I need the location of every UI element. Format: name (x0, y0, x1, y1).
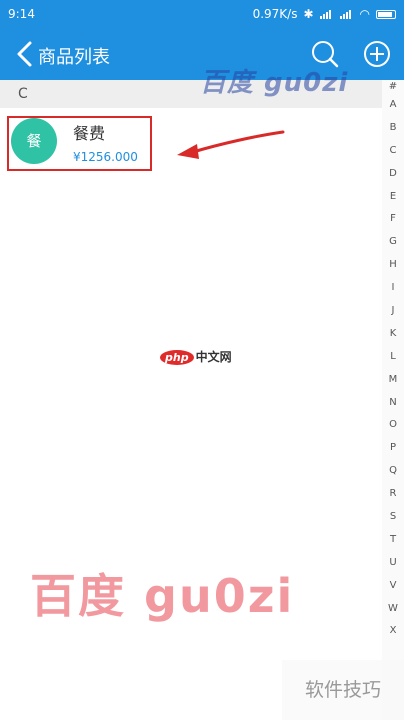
index-letter[interactable]: T (382, 529, 404, 552)
network-speed: 0.97K/s (252, 7, 298, 21)
status-time: 9:14 (8, 7, 35, 21)
index-letter[interactable]: G (382, 231, 404, 254)
php-logo-mark: php (160, 350, 194, 365)
product-list: 餐 餐费 ¥1256.000 (0, 108, 382, 720)
chevron-left-icon[interactable] (14, 40, 36, 68)
index-letter[interactable]: Q (382, 460, 404, 483)
index-letter[interactable]: # (382, 80, 404, 94)
index-letter[interactable]: R (382, 483, 404, 506)
annotation-arrow (177, 130, 285, 159)
php-logo-text: 中文网 (195, 350, 232, 364)
battery-icon (376, 9, 396, 19)
php-logo: php 中文网 (160, 348, 232, 365)
index-letter[interactable]: J (382, 300, 404, 323)
highlight-box (7, 116, 152, 171)
index-letter[interactable]: C (382, 140, 404, 163)
status-indicators: 0.97K/s ✱ ◠ (253, 7, 396, 21)
index-letter[interactable]: I (382, 277, 404, 300)
watermark-tip: 软件技巧 (282, 660, 404, 720)
index-letter[interactable]: M (382, 369, 404, 392)
index-letter[interactable]: F (382, 208, 404, 231)
index-letter[interactable]: L (382, 346, 404, 369)
index-letter[interactable]: H (382, 254, 404, 277)
status-bar: 9:14 0.97K/s ✱ ◠ (0, 0, 404, 28)
plus-circle-icon[interactable] (362, 39, 392, 69)
signal-icon-2 (339, 9, 354, 19)
watermark-top: 百度 gu0zi (200, 68, 349, 98)
index-letter[interactable]: N (382, 392, 404, 415)
index-letter[interactable]: O (382, 414, 404, 437)
index-letter[interactable]: X (382, 620, 404, 643)
wifi-icon: ◠ (359, 7, 370, 21)
index-letter[interactable]: U (382, 552, 404, 575)
index-letter[interactable]: W (382, 598, 404, 621)
signal-icon (319, 9, 334, 19)
index-bar[interactable]: # A B C D E F G H I J K L M N O P Q R S … (382, 80, 404, 660)
index-letter[interactable]: D (382, 163, 404, 186)
index-letter[interactable]: B (382, 117, 404, 140)
index-letter[interactable]: A (382, 94, 404, 117)
index-letter[interactable]: V (382, 575, 404, 598)
watermark-bottom: 百度 gu0zi (30, 569, 295, 623)
bluetooth-icon: ✱ (303, 7, 314, 21)
index-letter[interactable]: P (382, 437, 404, 460)
index-letter[interactable]: E (382, 186, 404, 209)
index-letter[interactable]: K (382, 323, 404, 346)
page-title: 商品列表 (38, 47, 110, 68)
index-letter[interactable]: S (382, 506, 404, 529)
